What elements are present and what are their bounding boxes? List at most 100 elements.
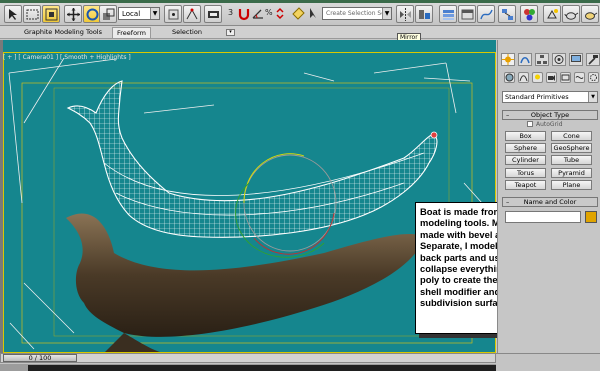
- selection-pointer-icon: [310, 8, 316, 18]
- spinner-snap-icon: [276, 7, 284, 20]
- boat-wireframe-mesh: [66, 80, 438, 238]
- object-name-field[interactable]: [505, 211, 581, 223]
- track-bar-area: [28, 365, 496, 371]
- motion-icon: [554, 55, 564, 64]
- name-and-color-rollout[interactable]: – Name and Color: [502, 197, 598, 207]
- reference-coordinate-dropdown[interactable]: Local ▼: [118, 7, 160, 20]
- ribbon-minimize-button[interactable]: ▾: [226, 29, 235, 36]
- display-monitor-icon: [571, 55, 581, 62]
- cylinder-button[interactable]: Cylinder: [505, 155, 546, 165]
- tab-graphite-modeling-tools[interactable]: Graphite Modeling Tools: [20, 27, 106, 38]
- named-selection-icon: [292, 7, 305, 20]
- rectangular-selection-button[interactable]: [23, 5, 41, 23]
- create-sun-icon: [502, 54, 514, 65]
- autogrid-checkbox[interactable]: AutoGrid: [527, 121, 563, 128]
- checkbox-icon: [527, 121, 533, 127]
- geosphere-button[interactable]: GeoSphere: [551, 143, 592, 153]
- hierarchy-icon: [537, 55, 547, 64]
- time-slider[interactable]: 0 / 100: [0, 353, 496, 363]
- named-selection-sets-dropdown[interactable]: Create Selection Se ▼: [322, 7, 392, 20]
- spinner-snap-button[interactable]: [272, 5, 290, 23]
- reference-coordinate-value: Local: [122, 10, 141, 18]
- selection-set-placeholder: Create Selection Se: [326, 10, 385, 17]
- mirror-button[interactable]: [396, 5, 414, 23]
- shapes-category-button[interactable]: [518, 72, 529, 83]
- tab-utilities[interactable]: [586, 53, 600, 66]
- plane-button[interactable]: Plane: [551, 180, 592, 190]
- primitive-category-value: Standard Primitives: [505, 93, 569, 101]
- tab-selection[interactable]: Selection: [168, 27, 206, 38]
- schematic-icon: [502, 9, 513, 20]
- teapot-icon: [564, 12, 579, 20]
- geometry-sphere-icon: [505, 73, 514, 82]
- track-bar[interactable]: [0, 364, 496, 371]
- cone-button[interactable]: Cone: [551, 131, 592, 141]
- keyboard-shortcut-override-button[interactable]: [204, 5, 222, 23]
- collapse-minus-icon: –: [506, 111, 510, 119]
- autogrid-label: AutoGrid: [536, 121, 563, 128]
- select-object-button[interactable]: [4, 5, 22, 23]
- systems-category-button[interactable]: [588, 72, 599, 83]
- helper-tape-icon: [561, 74, 570, 81]
- primitive-category-dropdown[interactable]: Standard Primitives ▼: [502, 91, 598, 103]
- camera-icon: [548, 75, 555, 81]
- teapot-button[interactable]: Teapot: [505, 180, 546, 190]
- align-button[interactable]: [415, 5, 433, 23]
- align-icon: [419, 10, 430, 19]
- dashed-rectangle-icon: [26, 9, 39, 20]
- curve-editor-button[interactable]: [477, 5, 495, 23]
- object-type-title: Object Type: [530, 111, 570, 119]
- render-setup-button[interactable]: [543, 5, 561, 23]
- sphere-button[interactable]: Sphere: [505, 143, 546, 153]
- tab-freeform[interactable]: Freeform: [112, 27, 151, 38]
- tab-hierarchy[interactable]: [535, 53, 549, 66]
- layer-manager-button[interactable]: [439, 5, 457, 23]
- tube-button[interactable]: Tube: [551, 155, 592, 165]
- spacewarps-category-button[interactable]: [574, 72, 585, 83]
- select-and-manipulate-button[interactable]: [183, 5, 201, 23]
- mirror-icon: [400, 8, 411, 21]
- named-selection-arrow-button[interactable]: [305, 5, 323, 23]
- select-and-scale-button[interactable]: [99, 5, 117, 23]
- object-color-swatch[interactable]: [585, 211, 597, 223]
- light-icon: [535, 74, 540, 80]
- window-crossing-button[interactable]: [42, 5, 60, 23]
- curve-editor-icon: [480, 9, 493, 20]
- render-teapot-icon: [585, 12, 598, 20]
- collapse-minus-icon: –: [506, 198, 510, 206]
- torus-button[interactable]: Torus: [505, 168, 546, 178]
- spacewarp-icon: [575, 76, 584, 79]
- cameras-category-button[interactable]: [546, 72, 557, 83]
- tab-motion[interactable]: [552, 53, 566, 66]
- schematic-view-button[interactable]: [498, 5, 516, 23]
- object-type-rollout[interactable]: – Object Type: [502, 110, 598, 120]
- window-crossing-icon: [45, 8, 58, 21]
- lights-category-button[interactable]: [532, 72, 543, 83]
- angle-snap-icon: [252, 9, 263, 19]
- menu-bar-strip: [0, 0, 600, 3]
- time-slider-thumb[interactable]: 0 / 100: [3, 354, 77, 362]
- box-button[interactable]: Box: [505, 131, 546, 141]
- shapes-icon: [519, 75, 528, 82]
- pyramid-button[interactable]: Pyramid: [551, 168, 592, 178]
- geometry-category-button[interactable]: [504, 72, 515, 83]
- snaps-toggle-label[interactable]: 3: [228, 8, 233, 17]
- graphite-toggle-button[interactable]: [458, 5, 476, 23]
- rotate-icon: [86, 8, 99, 21]
- tab-display[interactable]: [569, 53, 583, 66]
- chevron-down-icon: ▼: [588, 92, 597, 102]
- material-editor-button[interactable]: [520, 5, 538, 23]
- select-and-move-button[interactable]: [64, 5, 82, 23]
- helpers-category-button[interactable]: [560, 72, 571, 83]
- tab-modify[interactable]: [518, 53, 532, 66]
- chevron-down-icon: ▼: [382, 8, 391, 19]
- use-pivot-center-button[interactable]: [164, 5, 182, 23]
- keyboard-icon: [208, 11, 219, 18]
- tab-create[interactable]: [501, 53, 515, 66]
- rendered-frame-window-button[interactable]: [562, 5, 580, 23]
- pivot-center-icon: [168, 9, 179, 20]
- layers-icon: [443, 10, 454, 20]
- render-production-button[interactable]: [581, 5, 599, 23]
- viewport-label[interactable]: [ + ] [ Camera01 ] [ Smooth + Highlights…: [3, 54, 131, 61]
- select-arrow-icon: [9, 9, 17, 20]
